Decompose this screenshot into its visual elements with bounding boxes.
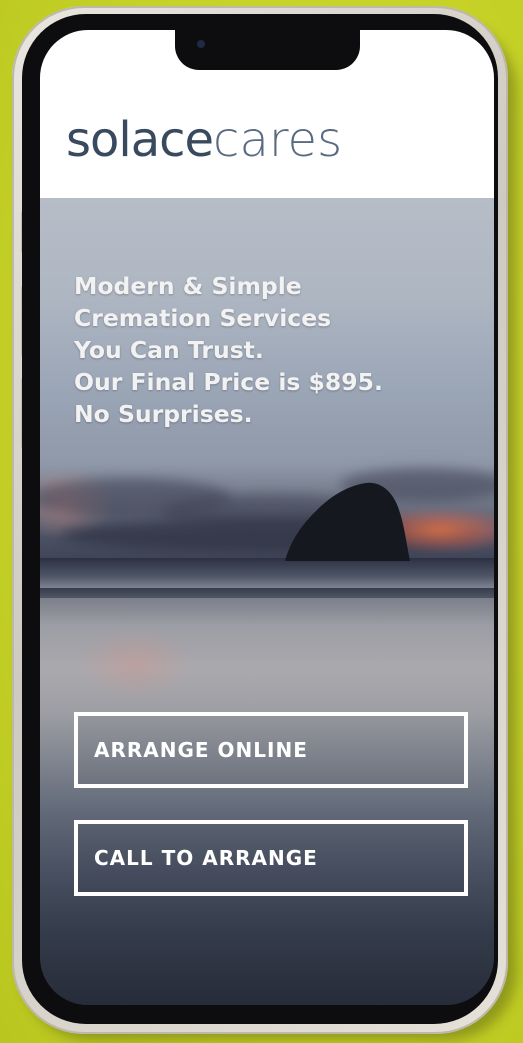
pink-water-reflection [80,628,190,698]
call-to-arrange-button[interactable]: CALL TO ARRANGE [74,820,468,896]
solacecares-logo[interactable]: solacecares [66,116,342,164]
headline-line: Cremation Services [74,304,332,332]
sea-stack-rock-icon [285,482,410,561]
headline-line: No Surprises. [74,400,253,428]
arrange-online-button[interactable]: ARRANGE ONLINE [74,712,468,788]
horizon-waves [40,558,494,588]
headline-line: Modern & Simple [74,272,302,300]
phone-notch [175,30,360,70]
logo-secondary-text: cares [213,112,343,168]
headline-line: You Can Trust. [74,336,264,364]
phone-screen: solacecares Modern & Simple Cremation Se… [40,30,494,1005]
logo-primary-text: solace [66,112,214,168]
hero-headline: Modern & Simple Cremation Services You C… [74,270,474,430]
front-camera-icon [197,40,205,48]
headline-line: Our Final Price is $895. [74,368,383,396]
